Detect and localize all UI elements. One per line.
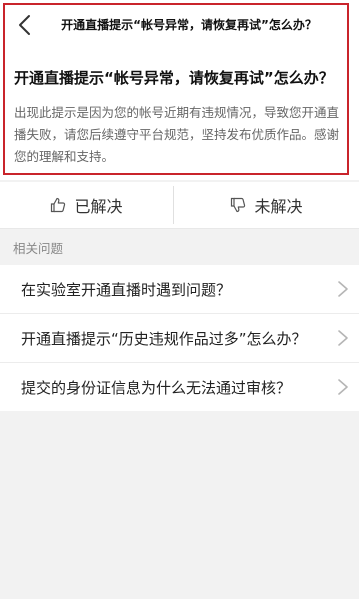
unresolved-label: 未解决	[254, 197, 303, 216]
feedback-bar: 已解决 未解决	[0, 182, 359, 229]
resolved-button[interactable]: 已解决	[0, 182, 173, 228]
highlight-frame	[3, 3, 349, 175]
chevron-right-icon	[338, 281, 348, 297]
related-item-label: 在实验室开通直播时遇到问题？	[21, 280, 232, 299]
related-item-label: 提交的身份证信息为什么无法通过审核？	[21, 378, 292, 397]
related-item-label: 开通直播提示“历史违规作品过多”怎么办？	[21, 329, 307, 348]
related-section-title: 相关问题	[13, 241, 64, 256]
related-item[interactable]: 开通直播提示“历史违规作品过多”怎么办？	[0, 314, 359, 363]
article-card: 开通直播提示“帐号异常，请恢复再试”怎么办？ 开通直播提示“帐号异常，请恢复再试…	[0, 0, 359, 180]
related-item[interactable]: 提交的身份证信息为什么无法通过审核？	[0, 363, 359, 411]
thumbs-down-icon	[230, 197, 246, 213]
resolved-label: 已解决	[74, 197, 123, 216]
chevron-right-icon	[338, 330, 348, 346]
chevron-right-icon	[338, 379, 348, 395]
related-list: 在实验室开通直播时遇到问题？ 开通直播提示“历史违规作品过多”怎么办？ 提交的身…	[0, 265, 359, 411]
thumbs-up-icon	[50, 197, 66, 213]
unresolved-button[interactable]: 未解决	[174, 182, 359, 228]
related-item[interactable]: 在实验室开通直播时遇到问题？	[0, 265, 359, 314]
